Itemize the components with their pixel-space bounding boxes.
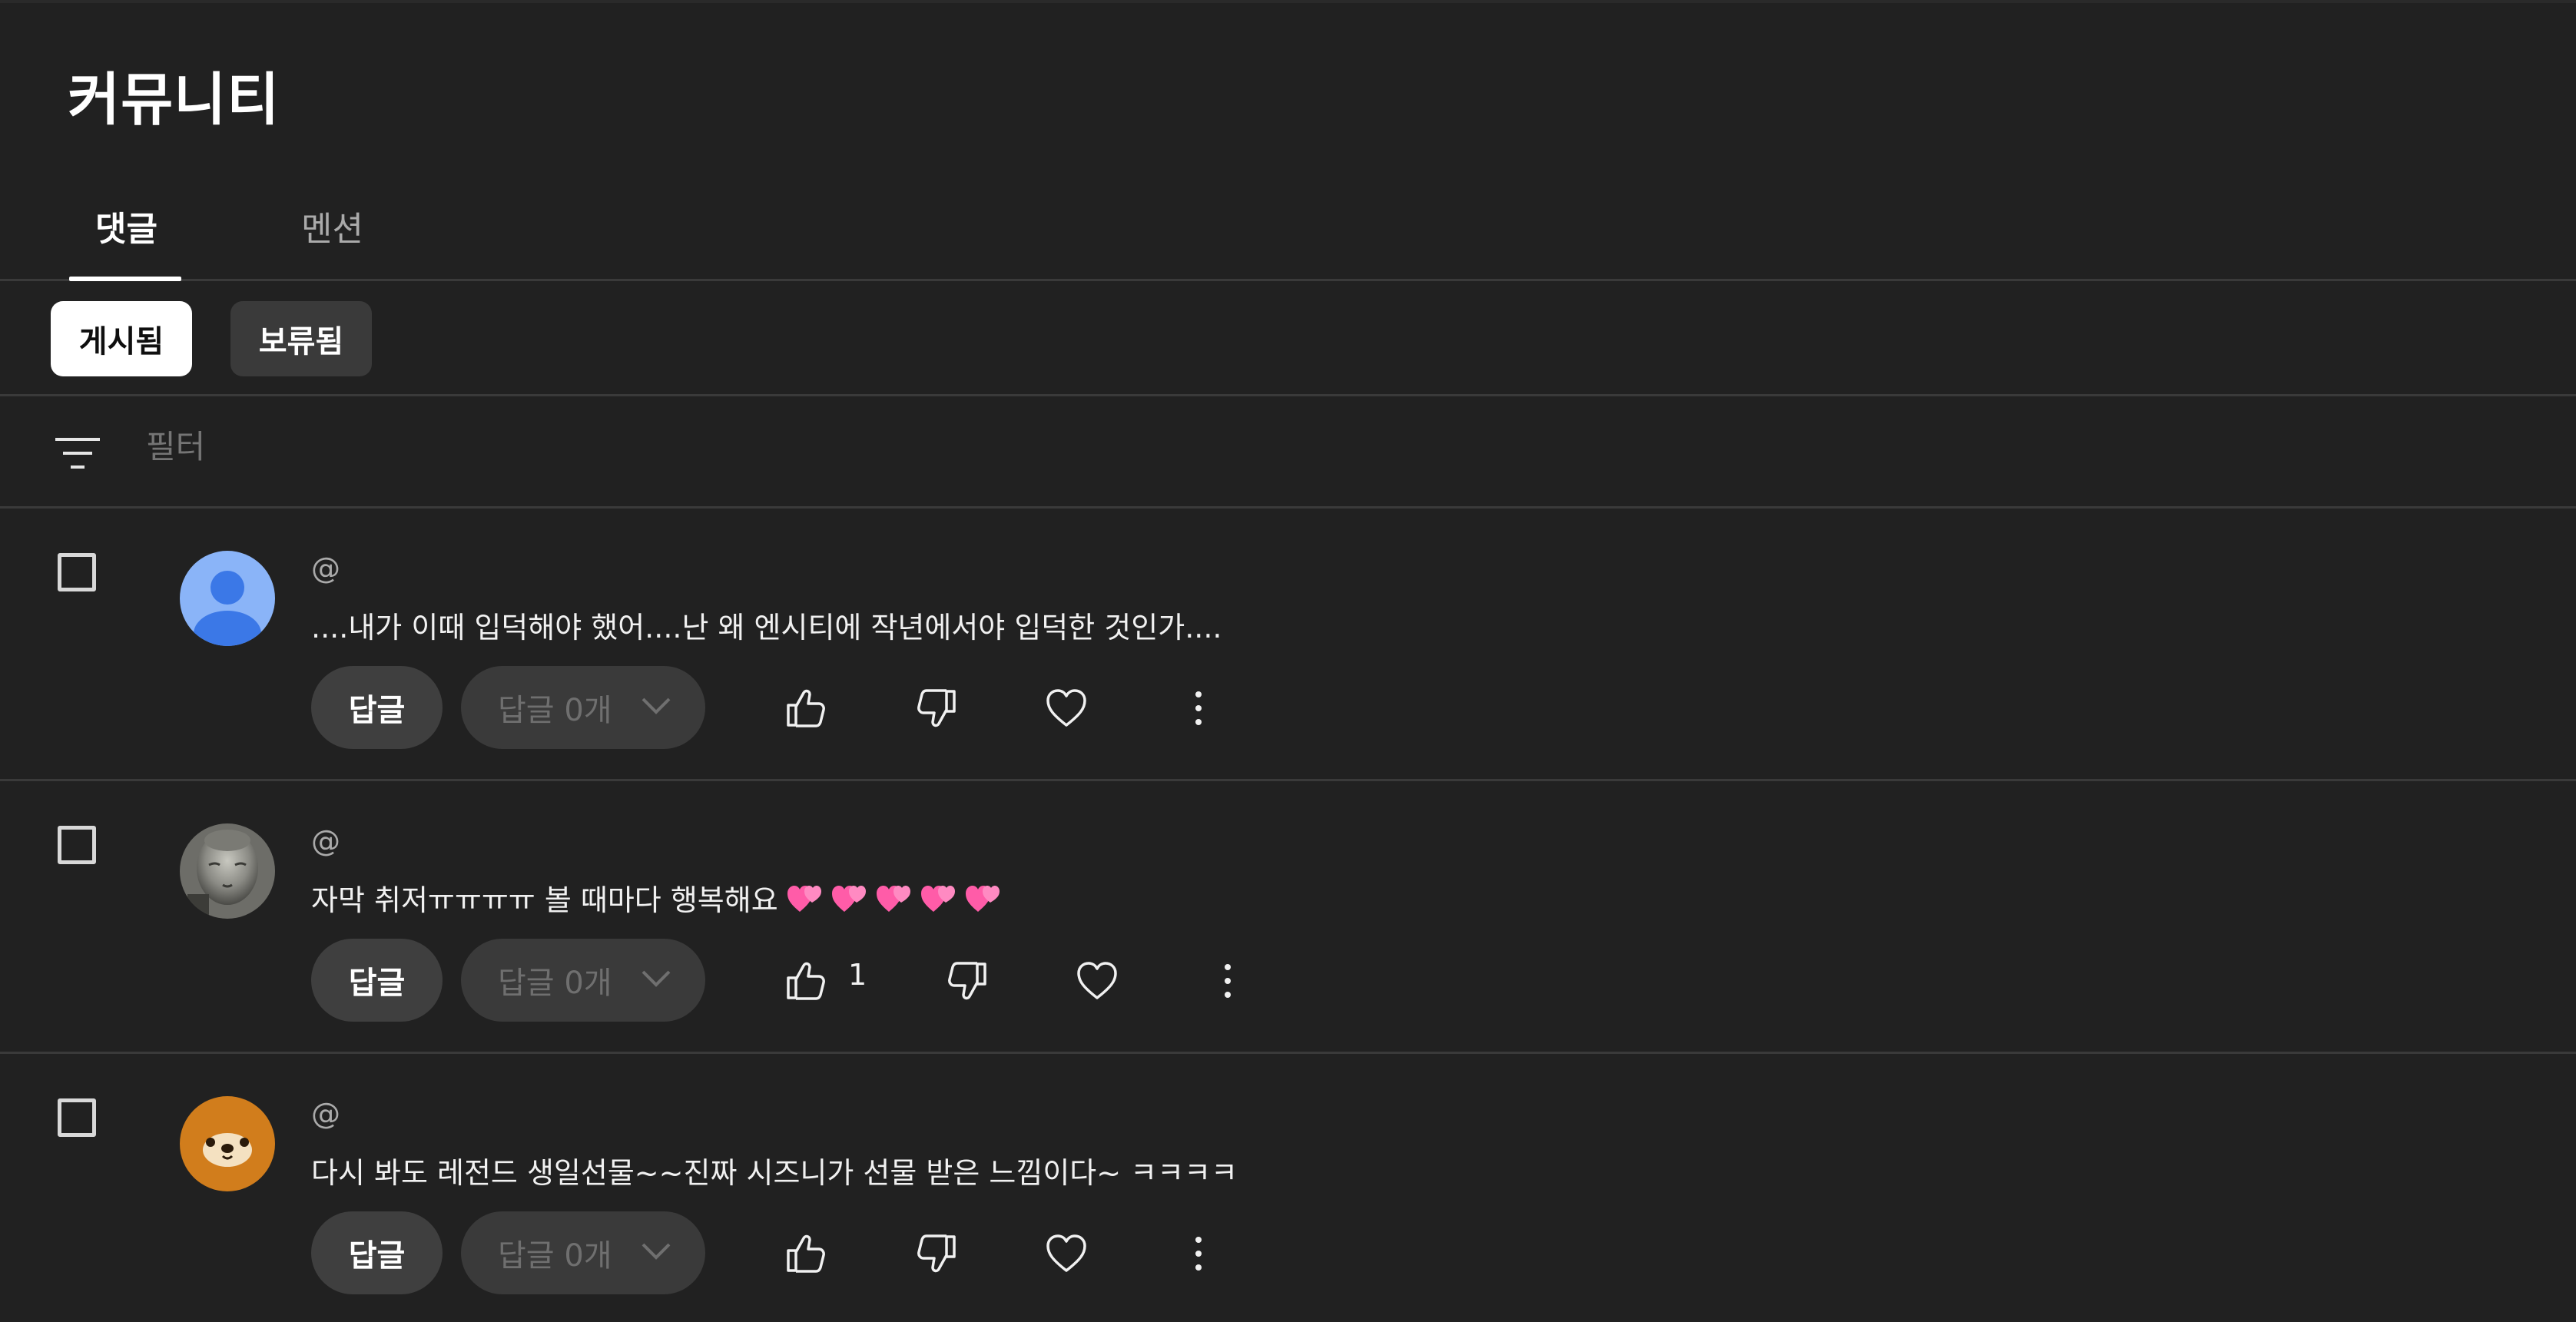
statue-photo-avatar[interactable] [180,823,275,919]
replies-dropdown-button[interactable]: 답글 0개 [461,666,705,749]
comment-checkbox[interactable] [58,826,96,864]
thumbs-down-icon[interactable] [947,959,990,1002]
thumbs-up-icon[interactable] [784,687,827,730]
comment-checkbox[interactable] [58,1098,96,1137]
comment-text-body: 자막 취저ㅠㅠㅠㅠ 볼 때마다 행복해요 [311,883,778,917]
thumbs-up-icon[interactable] [784,959,827,1002]
heart-icon[interactable] [1045,687,1088,730]
thumbs-down-icon[interactable] [916,687,959,730]
replies-count-label: 답글 0개 [498,1238,612,1274]
two-hearts-icon [831,886,866,912]
more-options-icon[interactable] [1206,959,1249,1002]
comment-row: @ 자막 취저ㅠㅠㅠㅠ 볼 때마다 행복해요 답글 답글 0개 1 [0,781,2576,1054]
replies-count-label: 답글 0개 [498,966,612,1001]
chevron-down-icon [642,1243,671,1260]
filter-icon[interactable] [55,435,101,472]
comment-text: 다시 봐도 레전드 생일선물~~진짜 시즈니가 선물 받은 느낌이다~ ㅋㅋㅋㅋ [311,1156,1238,1190]
replies-dropdown-button[interactable]: 답글 0개 [461,939,705,1022]
default-user-avatar[interactable] [180,551,275,646]
comment-text: 자막 취저ㅠㅠㅠㅠ 볼 때마다 행복해요 [311,876,1001,919]
chip-held[interactable]: 보류됨 [230,301,372,376]
thumbs-down-icon[interactable] [916,1232,959,1275]
tab-bar: 댓글 멘션 [0,172,2576,281]
reply-button[interactable]: 답글 [311,666,443,749]
like-count: 1 [848,958,867,992]
reply-button[interactable]: 답글 [311,939,443,1022]
comment-text: ....내가 이때 입덕해야 했어....난 왜 엔시티에 작년에서야 입덕한 … [311,611,1222,644]
tab-comments[interactable]: 댓글 [95,201,157,250]
thumbs-up-icon[interactable] [784,1232,827,1275]
more-options-icon[interactable] [1177,1232,1220,1275]
replies-dropdown-button[interactable]: 답글 0개 [461,1211,705,1294]
page-title: 커뮤니티 [68,67,280,133]
chip-published[interactable]: 게시됨 [51,301,192,376]
reply-button[interactable]: 답글 [311,1211,443,1294]
filter-bar [0,396,2576,509]
comment-author-handle[interactable]: @ [311,824,340,858]
comment-row: @ 다시 봐도 레전드 생일선물~~진짜 시즈니가 선물 받은 느낌이다~ ㅋㅋ… [0,1054,2576,1322]
replies-count-label: 답글 0개 [498,693,612,728]
two-hearts-icon [920,886,955,912]
heart-icon[interactable] [1076,959,1119,1002]
more-options-icon[interactable] [1177,687,1220,730]
chevron-down-icon [642,697,671,714]
two-hearts-icon [965,886,1000,912]
two-hearts-icon [876,886,910,912]
status-chip-bar: 게시됨 보류됨 [0,281,2576,396]
heart-icon[interactable] [1045,1232,1088,1275]
bear-avatar[interactable] [180,1096,275,1191]
comment-checkbox[interactable] [58,553,96,591]
filter-input[interactable] [144,427,762,466]
comment-row: @ ....내가 이때 입덕해야 했어....난 왜 엔시티에 작년에서야 입덕… [0,509,2576,781]
comment-author-handle[interactable]: @ [311,1097,340,1131]
tab-mentions[interactable]: 멘션 [301,201,363,250]
two-hearts-icon [787,886,821,912]
chevron-down-icon [642,970,671,987]
community-page: 커뮤니티 댓글 멘션 게시됨 보류됨 @ ....내가 이때 입덕해야 했어..… [0,0,2576,1322]
comment-author-handle[interactable]: @ [311,552,340,585]
